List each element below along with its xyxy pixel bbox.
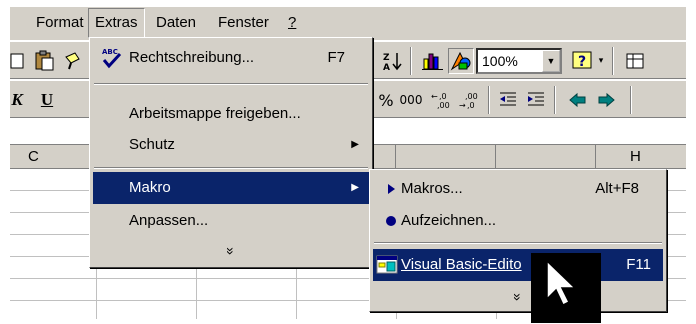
svg-text:,00: ,00 xyxy=(465,92,478,101)
toolbar-separator xyxy=(612,47,614,75)
menu-divider xyxy=(374,242,662,244)
column-header-f2[interactable] xyxy=(396,145,496,169)
pivot-icon[interactable] xyxy=(622,48,648,74)
expand-menu-icon[interactable]: » xyxy=(90,238,372,264)
extras-menu: ABC Rechtschreibung... F7 Arbeitsmappe f… xyxy=(89,37,373,268)
svg-text:?: ? xyxy=(578,54,586,70)
vb-editor-icon xyxy=(376,255,398,274)
toolbar-separator xyxy=(554,86,556,114)
italic-icon[interactable]: K xyxy=(10,87,24,113)
print-preview-icon[interactable] xyxy=(8,48,26,74)
column-header-h[interactable]: H xyxy=(596,145,686,169)
toolbar-separator xyxy=(488,86,490,114)
arrow-left-icon[interactable] xyxy=(566,87,590,113)
svg-text:Z: Z xyxy=(383,53,390,63)
zoom-select[interactable]: 100% ▼ xyxy=(476,48,562,74)
increase-decimal-icon[interactable]: ← ,0,00 xyxy=(430,87,454,113)
help-assistant-icon[interactable]: ? xyxy=(570,48,594,74)
menu-extras[interactable]: Extras xyxy=(88,8,145,38)
svg-text:→: → xyxy=(459,101,466,110)
underline-icon[interactable]: U xyxy=(36,87,58,113)
spellcheck-icon: ABC xyxy=(102,48,122,69)
record-icon xyxy=(386,216,396,226)
menu-item-makro[interactable]: Makro ▶ xyxy=(93,172,369,204)
chevron-down-icon[interactable]: ▼ xyxy=(542,50,560,72)
submenu-arrow-icon: ▶ xyxy=(351,139,359,150)
pointer-arrow-icon xyxy=(546,259,577,307)
svg-text:←: ← xyxy=(431,92,438,101)
arrow-right-icon[interactable] xyxy=(594,87,618,113)
toolbar-separator xyxy=(410,47,412,75)
svg-text:A: A xyxy=(383,63,390,72)
menu-divider xyxy=(94,83,368,85)
drawing-icon[interactable] xyxy=(448,48,474,74)
menu-item-aufzeichnen[interactable]: Aufzeichnen... xyxy=(373,205,663,237)
decrease-decimal-icon[interactable]: ,00 → ,0 xyxy=(458,87,482,113)
menu-item-arbeitsmappe-freigeben[interactable]: Arbeitsmappe freigeben... xyxy=(93,98,369,130)
svg-text:ABC: ABC xyxy=(102,48,118,56)
toolbar-options-icon[interactable]: ▾ xyxy=(595,48,607,74)
menu-item-schutz[interactable]: Schutz ▶ xyxy=(93,129,369,161)
menu-help[interactable]: ? xyxy=(282,7,302,39)
excel-window: Format Extras Daten Fenster ? ZA 100% ▼ xyxy=(0,0,696,324)
decrease-indent-icon[interactable] xyxy=(496,87,520,113)
menu-format[interactable]: Format xyxy=(30,7,90,39)
makro-submenu: Makros... Alt+F8 Aufzeichnen... Visual B… xyxy=(369,169,667,312)
format-painter-icon[interactable] xyxy=(62,48,84,74)
svg-text:,0: ,0 xyxy=(467,101,475,110)
menu-divider xyxy=(94,167,368,169)
mouse-cursor-overlay xyxy=(531,253,601,323)
column-header-g[interactable] xyxy=(496,145,596,169)
menu-daten[interactable]: Daten xyxy=(150,7,202,39)
paste-icon[interactable] xyxy=(32,48,58,74)
menu-item-visual-basic-editor[interactable]: Visual Basic-Edito F11 xyxy=(373,249,663,281)
chart-wizard-icon[interactable] xyxy=(420,48,446,74)
svg-text:,00: ,00 xyxy=(437,101,450,110)
play-icon xyxy=(388,184,395,194)
menu-item-makros[interactable]: Makros... Alt+F8 xyxy=(373,173,663,205)
menu-item-anpassen[interactable]: Anpassen... xyxy=(93,205,369,237)
svg-text:,0: ,0 xyxy=(439,92,447,101)
toolbar-separator xyxy=(630,86,632,114)
column-header-c[interactable]: C xyxy=(10,145,96,169)
increase-indent-icon[interactable] xyxy=(524,87,548,113)
thousands-style-icon[interactable]: 000 xyxy=(398,87,424,113)
sort-descending-icon[interactable]: ZA xyxy=(380,48,406,74)
menu-item-rechtschreibung[interactable]: ABC Rechtschreibung... F7 xyxy=(93,42,369,74)
submenu-arrow-icon: ▶ xyxy=(351,182,359,193)
menu-fenster[interactable]: Fenster xyxy=(212,7,275,39)
expand-menu-icon[interactable]: » xyxy=(370,284,666,310)
percent-style-icon[interactable]: % xyxy=(376,87,396,113)
menu-bar: Format Extras Daten Fenster ? xyxy=(10,6,686,40)
